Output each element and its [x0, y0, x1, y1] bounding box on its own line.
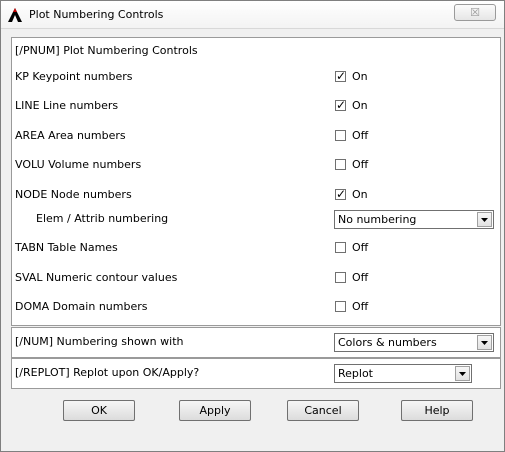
- node-label: NODE Node numbers: [15, 188, 132, 201]
- node-state: On: [352, 188, 368, 201]
- kp-label: KP Keypoint numbers: [15, 70, 133, 83]
- check-icon: ✓: [336, 69, 347, 83]
- area-checkbox[interactable]: [335, 130, 346, 141]
- sval-state: Off: [352, 271, 369, 284]
- window-title: Plot Numbering Controls: [29, 8, 164, 21]
- elem-dropdown-button[interactable]: [477, 212, 492, 227]
- close-icon: ☒: [470, 6, 480, 19]
- doma-row: DOMA Domain numbers Off: [12, 298, 500, 316]
- plot-numbering-dialog: Plot Numbering Controls ☒ [/PNUM] Plot N…: [0, 0, 505, 452]
- chevron-down-icon: [481, 218, 488, 222]
- sval-checkbox[interactable]: [335, 272, 346, 283]
- tabn-checkbox[interactable]: [335, 242, 346, 253]
- line-row: LINE Line numbers ✓ On: [12, 97, 500, 115]
- pnum-header-row: [/PNUM] Plot Numbering Controls: [12, 42, 500, 60]
- elem-row: Elem / Attrib numbering No numbering: [12, 210, 500, 229]
- close-button[interactable]: ☒: [454, 4, 496, 21]
- volu-state: Off: [352, 158, 369, 171]
- doma-label: DOMA Domain numbers: [15, 300, 148, 313]
- volu-label: VOLU Volume numbers: [15, 158, 142, 171]
- check-icon: ✓: [336, 187, 347, 201]
- replot-section: [/REPLOT] Replot upon OK/Apply? Replot: [11, 358, 501, 389]
- cancel-button[interactable]: Cancel: [287, 400, 359, 421]
- num-section: [/NUM] Numbering shown with Colors & num…: [11, 327, 501, 358]
- doma-state: Off: [352, 300, 369, 313]
- chevron-down-icon: [481, 341, 488, 345]
- area-label: AREA Area numbers: [15, 129, 126, 142]
- tabn-label: TABN Table Names: [15, 241, 118, 254]
- replot-dropdown-button[interactable]: [455, 366, 470, 381]
- num-label: [/NUM] Numbering shown with: [15, 335, 184, 348]
- pnum-panel: [/PNUM] Plot Numbering Controls KP Keypo…: [11, 37, 501, 326]
- area-state: Off: [352, 129, 369, 142]
- apply-button[interactable]: Apply: [179, 400, 251, 421]
- elem-label: Elem / Attrib numbering: [36, 212, 169, 225]
- tabn-state: Off: [352, 241, 369, 254]
- kp-state: On: [352, 70, 368, 83]
- title-bar[interactable]: Plot Numbering Controls ☒: [1, 1, 504, 29]
- num-select[interactable]: Colors & numbers: [334, 333, 494, 352]
- volu-checkbox[interactable]: [335, 159, 346, 170]
- ansys-logo-icon: [8, 8, 22, 22]
- elem-numbering-value: No numbering: [338, 213, 417, 226]
- num-value: Colors & numbers: [338, 336, 437, 349]
- sval-label: SVAL Numeric contour values: [15, 271, 178, 284]
- tabn-row: TABN Table Names Off: [12, 239, 500, 257]
- chevron-down-icon: [459, 372, 466, 376]
- area-row: AREA Area numbers Off: [12, 127, 500, 145]
- line-checkbox[interactable]: ✓: [335, 98, 347, 112]
- elem-numbering-select[interactable]: No numbering: [334, 210, 494, 229]
- replot-select[interactable]: Replot: [334, 364, 472, 383]
- replot-label: [/REPLOT] Replot upon OK/Apply?: [15, 366, 200, 379]
- sval-row: SVAL Numeric contour values Off: [12, 269, 500, 287]
- check-icon: ✓: [336, 98, 347, 112]
- ok-button[interactable]: OK: [63, 400, 135, 421]
- line-label: LINE Line numbers: [15, 99, 119, 112]
- help-button[interactable]: Help: [401, 400, 473, 421]
- line-state: On: [352, 99, 368, 112]
- node-row: NODE Node numbers ✓ On: [12, 186, 500, 204]
- kp-checkbox[interactable]: ✓: [335, 69, 347, 83]
- pnum-header: [/PNUM] Plot Numbering Controls: [15, 44, 198, 57]
- button-bar: OK Apply Cancel Help: [11, 390, 501, 446]
- node-checkbox[interactable]: ✓: [335, 187, 347, 201]
- kp-row: KP Keypoint numbers ✓ On: [12, 68, 500, 86]
- replot-value: Replot: [338, 367, 373, 380]
- volu-row: VOLU Volume numbers Off: [12, 156, 500, 174]
- doma-checkbox[interactable]: [335, 301, 346, 312]
- num-dropdown-button[interactable]: [477, 335, 492, 350]
